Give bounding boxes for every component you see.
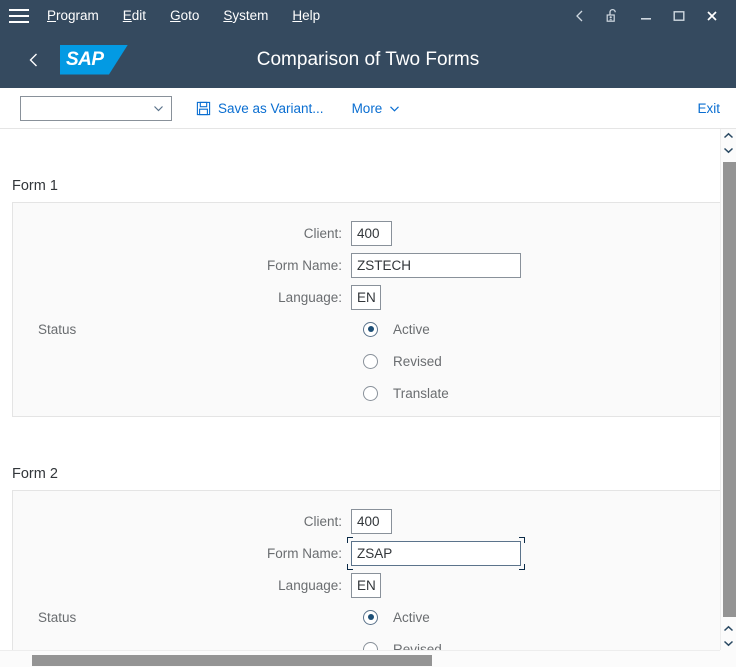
form2-name-input[interactable] bbox=[351, 540, 521, 566]
form2-status-label: Status bbox=[38, 609, 77, 625]
form2-status-row-revised: Revised bbox=[13, 633, 720, 650]
maximize-icon[interactable] bbox=[662, 0, 695, 31]
form2-client-label: Client: bbox=[303, 513, 342, 529]
form1-radio-revised[interactable] bbox=[363, 353, 378, 369]
form1-radio-revised-label[interactable]: Revised bbox=[393, 354, 442, 369]
form2-group-title: Form 2 bbox=[12, 466, 58, 482]
form1-client-row: Client: bbox=[13, 217, 720, 249]
form1-radio-translate-label[interactable]: Translate bbox=[393, 386, 449, 401]
form1-status-row-revised: Revised bbox=[13, 345, 720, 377]
form2-client-input[interactable] bbox=[351, 508, 392, 534]
form2-status-row-active: Status Active bbox=[13, 601, 720, 633]
floppy-disk-save-icon bbox=[196, 101, 211, 115]
shell-bar: SAP Comparison of Two Forms bbox=[0, 31, 736, 88]
menu-bar: Program Edit Goto System Help bbox=[0, 0, 736, 31]
form2-panel: Client: Form Name: Language: Status Acti… bbox=[12, 490, 720, 650]
form1-client-input[interactable] bbox=[351, 220, 392, 246]
form1-group-title: Form 1 bbox=[12, 178, 58, 194]
variant-select[interactable] bbox=[20, 95, 172, 121]
save-as-variant-label: Save as Variant... bbox=[218, 100, 324, 116]
menu-item-program[interactable]: Program bbox=[47, 0, 99, 31]
vertical-scrollbar[interactable] bbox=[720, 129, 736, 650]
chevron-down-icon bbox=[154, 105, 163, 111]
form1-language-input[interactable] bbox=[351, 284, 381, 310]
form2-language-label: Language: bbox=[278, 577, 342, 593]
horizontal-scrollbar-thumb[interactable] bbox=[32, 655, 432, 666]
back-icon[interactable] bbox=[563, 0, 596, 31]
form1-status-label: Status bbox=[38, 321, 77, 337]
form1-name-row: Form Name: bbox=[13, 249, 720, 281]
chevron-down-icon bbox=[390, 105, 400, 112]
form2-name-row: Form Name: bbox=[13, 536, 720, 570]
scroll-down-icon[interactable] bbox=[721, 636, 736, 650]
form1-panel: Client: Form Name: Language: Status Acti… bbox=[12, 202, 720, 417]
form2-name-label: Form Name: bbox=[266, 545, 342, 561]
session-unlock-icon[interactable] bbox=[596, 0, 629, 31]
hamburger-menu-icon[interactable] bbox=[9, 8, 29, 24]
form1-radio-translate[interactable] bbox=[363, 385, 378, 401]
navigation-back-icon[interactable] bbox=[14, 40, 54, 80]
sap-logo: SAP bbox=[60, 44, 128, 75]
scroll-up-icon[interactable] bbox=[721, 129, 736, 143]
form1-language-label: Language: bbox=[278, 289, 342, 305]
close-icon[interactable] bbox=[695, 0, 728, 31]
form2-radio-active[interactable] bbox=[363, 609, 378, 625]
form2-radio-active-label[interactable]: Active bbox=[393, 610, 430, 625]
save-as-variant-button[interactable]: Save as Variant... bbox=[196, 101, 324, 116]
form2-language-input[interactable] bbox=[351, 572, 381, 598]
vertical-scrollbar-thumb[interactable] bbox=[723, 162, 736, 617]
form-content-area: Form 1 Client: Form Name: Language: Stat… bbox=[0, 129, 720, 650]
minimize-icon[interactable] bbox=[629, 0, 662, 31]
window-controls bbox=[563, 0, 728, 31]
form2-language-row: Language: bbox=[13, 569, 720, 601]
form1-radio-active[interactable] bbox=[363, 321, 378, 337]
form1-name-input[interactable] bbox=[351, 252, 521, 278]
form1-name-label: Form Name: bbox=[266, 257, 342, 273]
form1-client-label: Client: bbox=[303, 225, 342, 241]
form1-language-row: Language: bbox=[13, 281, 720, 313]
scroll-up-page-icon[interactable] bbox=[721, 143, 736, 157]
more-button[interactable]: More bbox=[352, 101, 402, 116]
more-label: More bbox=[351, 100, 383, 116]
form2-radio-revised[interactable] bbox=[363, 641, 378, 650]
scrollbar-corner bbox=[720, 650, 736, 667]
form1-status-row-translate: Translate bbox=[13, 377, 720, 409]
menu-item-goto[interactable]: Goto bbox=[170, 0, 199, 31]
menu-item-edit[interactable]: Edit bbox=[123, 0, 146, 31]
application-toolbar: Save as Variant... More Exit bbox=[0, 88, 736, 129]
menu-item-system[interactable]: System bbox=[223, 0, 268, 31]
form2-name-focus-indicator bbox=[347, 536, 525, 570]
form2-radio-revised-label[interactable]: Revised bbox=[393, 642, 442, 651]
horizontal-scrollbar[interactable] bbox=[0, 650, 720, 667]
menu-item-help[interactable]: Help bbox=[292, 0, 320, 31]
scroll-down-page-icon[interactable] bbox=[721, 622, 736, 636]
exit-button[interactable]: Exit bbox=[697, 101, 720, 116]
form1-radio-active-label[interactable]: Active bbox=[393, 322, 430, 337]
sap-logo-text: SAP bbox=[66, 48, 104, 70]
form1-status-row-active: Status Active bbox=[13, 313, 720, 345]
form2-client-row: Client: bbox=[13, 505, 720, 537]
